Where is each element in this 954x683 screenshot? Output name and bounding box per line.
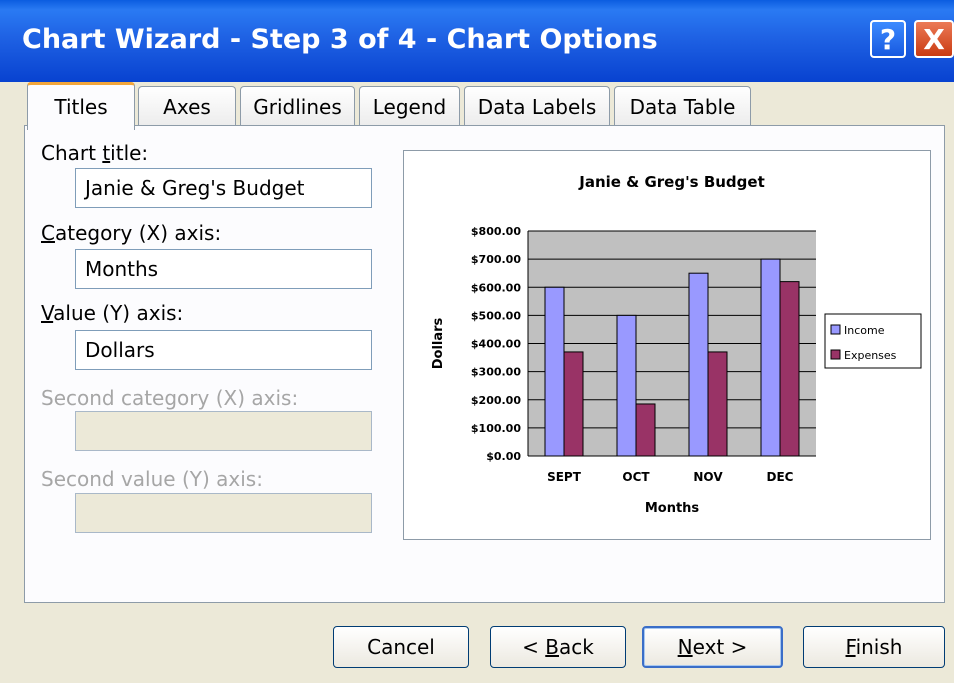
chart-preview: Janie & Greg's Budget $0.00 $100.00 $200.00… — [403, 150, 931, 540]
tab-data-labels[interactable]: Data Labels — [464, 86, 610, 126]
y-tick-label: $600.00 — [471, 281, 521, 294]
tab-data-table[interactable]: Data Table — [614, 86, 751, 126]
y-tick-label: $500.00 — [471, 309, 521, 322]
y-tick-label: $0.00 — [486, 450, 521, 463]
titles-panel: Chart title: Janie & Greg's Budget Categ… — [24, 125, 945, 603]
y-tick-label: $200.00 — [471, 394, 521, 407]
legend-label-expenses: Expenses — [844, 349, 897, 362]
y-axis-title: Dollars — [431, 317, 446, 369]
bar-expenses-oct — [635, 403, 656, 457]
x-tick-label: DEC — [767, 470, 794, 484]
chart-preview-svg: Janie & Greg's Budget $0.00 $100.00 $200.00… — [431, 173, 922, 516]
second-category-axis-label: Second category (X) axis: — [41, 386, 299, 410]
tab-legend[interactable]: Legend — [359, 86, 460, 126]
window-title: Chart Wizard - Step 3 of 4 - Chart Optio… — [22, 24, 658, 55]
y-tick-label: $400.00 — [471, 338, 521, 351]
chart-title-label: Chart title: — [41, 141, 149, 165]
legend-swatch-income — [830, 324, 841, 335]
next-button[interactable]: Next > — [642, 626, 783, 668]
legend-swatch-expenses — [830, 349, 841, 360]
close-button[interactable]: X — [914, 20, 954, 58]
second-category-axis-input — [75, 411, 372, 451]
tab-titles[interactable]: Titles — [27, 82, 135, 130]
tab-gridlines[interactable]: Gridlines — [240, 86, 355, 126]
y-tick-label: $700.00 — [471, 253, 521, 266]
help-button[interactable]: ? — [870, 20, 906, 58]
help-icon: ? — [879, 23, 897, 56]
category-axis-input[interactable]: Months — [75, 249, 372, 289]
close-icon: X — [923, 23, 945, 56]
category-axis-label: Category (X) axis: — [41, 221, 222, 245]
back-button[interactable]: < Back — [490, 626, 626, 668]
chart-title: Janie & Greg's Budget — [578, 173, 765, 191]
title-bar[interactable]: Chart Wizard - Step 3 of 4 - Chart Optio… — [0, 0, 954, 82]
cancel-button[interactable]: Cancel — [333, 626, 469, 668]
legend-label-income: Income — [844, 324, 885, 337]
value-axis-input[interactable]: Dollars — [75, 330, 372, 370]
value-axis-label: Value (Y) axis: — [41, 301, 184, 325]
chart-title-input[interactable]: Janie & Greg's Budget — [75, 168, 372, 208]
bar-income-oct — [616, 314, 637, 457]
bar-income-nov — [688, 272, 709, 457]
finish-button[interactable]: Finish — [803, 626, 945, 668]
bar-income-sept — [544, 286, 565, 457]
bar-expenses-sept — [563, 351, 584, 457]
x-tick-label: NOV — [693, 470, 723, 484]
y-tick-label: $300.00 — [471, 366, 521, 379]
bar-expenses-nov — [707, 351, 728, 457]
second-value-axis-input — [75, 493, 372, 533]
x-axis-title: Months — [645, 501, 700, 516]
bar-expenses-dec — [779, 281, 800, 457]
second-value-axis-label: Second value (Y) axis: — [41, 467, 263, 491]
tab-axes[interactable]: Axes — [138, 86, 236, 126]
x-tick-label: SEPT — [547, 470, 582, 484]
y-tick-label: $800.00 — [471, 225, 521, 238]
bar-income-dec — [760, 258, 781, 457]
y-tick-label: $100.00 — [471, 422, 521, 435]
x-tick-label: OCT — [622, 470, 650, 484]
chart-wizard-dialog: Chart Wizard - Step 3 of 4 - Chart Optio… — [0, 0, 954, 683]
